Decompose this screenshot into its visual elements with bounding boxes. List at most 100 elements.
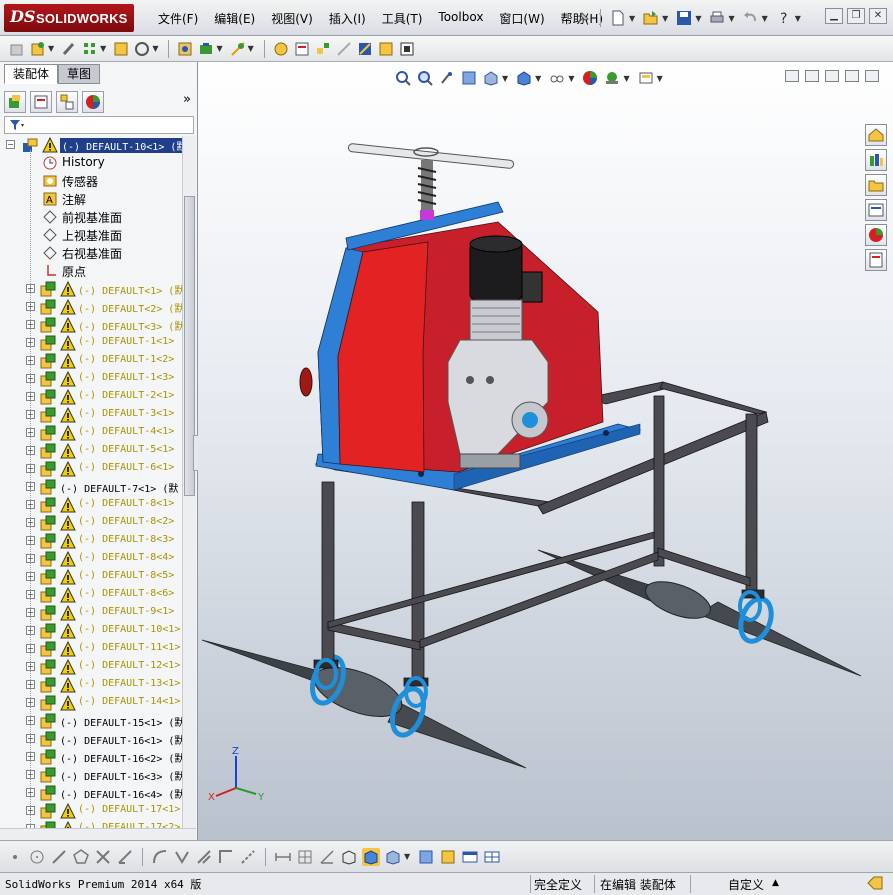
dimension-icon[interactable] xyxy=(274,848,292,866)
help-icon[interactable]: ? xyxy=(775,9,793,27)
property-manager-icon[interactable] xyxy=(30,91,52,113)
save-icon[interactable] xyxy=(675,9,693,27)
insert-component-icon[interactable] xyxy=(8,40,26,58)
tree-component-25[interactable]: + (-) DEFAULT-16<1> (默 xyxy=(0,730,182,748)
custom-properties-icon[interactable] xyxy=(865,249,887,271)
menu-item-0[interactable]: 文件(F) xyxy=(150,10,206,28)
filter-icon[interactable] xyxy=(9,119,24,131)
red-housing[interactable] xyxy=(299,201,604,473)
file-explorer-icon[interactable] xyxy=(865,174,887,196)
smart-fasteners-icon[interactable] xyxy=(112,40,130,58)
new-document-icon[interactable] xyxy=(609,9,627,27)
grid-icon[interactable] xyxy=(296,848,314,866)
reference-geometry-icon[interactable] xyxy=(229,40,247,58)
double-chevron-right-icon[interactable]: » xyxy=(183,92,191,107)
undo-icon[interactable] xyxy=(742,9,760,27)
tree-component-21[interactable]: + (-) DEFAULT-12<1> xyxy=(0,658,182,676)
tab-assembly[interactable]: 装配体 xyxy=(4,64,59,84)
tree-component-13[interactable]: + (-) DEFAULT-8<2> xyxy=(0,514,182,532)
tree-horizontal-scrollbar[interactable] xyxy=(0,828,196,840)
chevron-down-icon[interactable]: ▼ xyxy=(795,14,801,23)
chevron-down-icon[interactable]: ▼ xyxy=(662,14,668,23)
tree-component-12[interactable]: + (-) DEFAULT-8<1> xyxy=(0,496,182,514)
chamfer-icon[interactable] xyxy=(217,848,235,866)
new-part-icon[interactable] xyxy=(29,40,47,58)
chevron-down-icon[interactable]: ▼ xyxy=(48,44,54,53)
solidworks-logo[interactable]: DS SOLIDWORKS xyxy=(4,4,134,32)
tree-component-24[interactable]: + (-) DEFAULT-15<1> (默 xyxy=(0,712,182,730)
appearances-icon[interactable] xyxy=(865,224,887,246)
chevron-down-icon[interactable]: ▼ xyxy=(629,14,635,23)
chevron-up-icon[interactable]: ▲ xyxy=(772,878,779,888)
angle-icon[interactable] xyxy=(318,848,336,866)
tree-component-22[interactable]: + (-) DEFAULT-13<1> xyxy=(0,676,182,694)
hole-alignment-icon[interactable] xyxy=(398,40,416,58)
line-icon[interactable] xyxy=(50,848,68,866)
linear-pattern-icon[interactable] xyxy=(81,40,99,58)
four-view-icon[interactable] xyxy=(483,848,501,866)
chevron-down-icon[interactable]: ▼ xyxy=(248,44,254,53)
display-manager-icon[interactable] xyxy=(82,91,104,113)
tree-component-7[interactable]: + (-) DEFAULT-3<1> xyxy=(0,406,182,424)
feature-manager-icon[interactable] xyxy=(4,91,26,113)
tree-component-23[interactable]: + (-) DEFAULT-14<1> xyxy=(0,694,182,712)
assembly-features-icon[interactable] xyxy=(197,40,215,58)
circle-center-icon[interactable] xyxy=(28,848,46,866)
polygon-icon[interactable] xyxy=(72,848,90,866)
tree-component-19[interactable]: + (-) DEFAULT-10<1> xyxy=(0,622,182,640)
menu-item-5[interactable]: Toolbox xyxy=(430,10,491,28)
shaded-sketch-icon[interactable] xyxy=(362,847,380,866)
design-library-icon[interactable] xyxy=(865,149,887,171)
tree-component-27[interactable]: + (-) DEFAULT-16<3> (默 xyxy=(0,766,182,784)
section-plane-icon[interactable] xyxy=(417,848,435,866)
menu-item-1[interactable]: 编辑(E) xyxy=(206,10,263,28)
tree-component-11[interactable]: + (-) DEFAULT-7<1> (默 xyxy=(0,478,182,496)
graphics-area[interactable]: ▼ ▼ ▼ ▼ ▼ Z X Y xyxy=(198,62,893,840)
print-icon[interactable] xyxy=(708,9,726,27)
mirror-icon[interactable] xyxy=(173,848,191,866)
tree-component-4[interactable]: + (-) DEFAULT-1<2> xyxy=(0,352,182,370)
construction-line-icon[interactable] xyxy=(239,848,257,866)
open-folder-icon[interactable] xyxy=(642,9,660,27)
tree-feature-2[interactable]: A 注解 xyxy=(0,190,182,208)
restore-icon[interactable]: ❐ xyxy=(847,8,865,24)
tree-component-6[interactable]: + (-) DEFAULT-2<1> xyxy=(0,388,182,406)
display-mode-icon[interactable] xyxy=(384,848,402,866)
chevron-down-icon[interactable]: ▼ xyxy=(216,44,222,53)
tree-component-3[interactable]: + (-) DEFAULT-1<1> xyxy=(0,334,182,352)
tree-component-17[interactable]: + (-) DEFAULT-8<6> xyxy=(0,586,182,604)
new-motion-study-icon[interactable] xyxy=(272,40,290,58)
tree-component-0[interactable]: + (-) DEFAULT<1> (默 xyxy=(0,280,182,298)
tree-feature-0[interactable]: History xyxy=(0,154,182,172)
close-icon[interactable]: ✕ xyxy=(869,8,887,24)
pin-icon[interactable] xyxy=(574,9,592,27)
tree-filter[interactable] xyxy=(4,116,194,134)
collapse-icon[interactable]: − xyxy=(6,140,15,149)
chevron-down-icon[interactable]: ▼ xyxy=(152,44,158,53)
tree-component-1[interactable]: + (-) DEFAULT<2> (默 xyxy=(0,298,182,316)
tree-component-30[interactable]: +(-) DEFAULT-17<2> xyxy=(0,820,182,828)
tree-component-20[interactable]: + (-) DEFAULT-11<1> xyxy=(0,640,182,658)
show-hidden-icon[interactable] xyxy=(176,40,194,58)
offset-icon[interactable] xyxy=(151,848,169,866)
explode-line-sketch-icon[interactable] xyxy=(335,40,353,58)
tree-component-8[interactable]: + (-) DEFAULT-4<1> xyxy=(0,424,182,442)
point-icon[interactable] xyxy=(6,848,24,866)
menu-item-2[interactable]: 视图(V) xyxy=(263,10,321,28)
tree-feature-4[interactable]: 上视基准面 xyxy=(0,226,182,244)
help-tag-icon[interactable] xyxy=(866,875,884,894)
tree-feature-6[interactable]: 原点 xyxy=(0,262,182,280)
tree-root-assembly[interactable]: − (-) DEFAULT-10<1> (默认 xyxy=(0,136,182,154)
fillet-icon[interactable] xyxy=(195,848,213,866)
tree-component-26[interactable]: + (-) DEFAULT-16<2> (默 xyxy=(0,748,182,766)
tree-component-9[interactable]: + (-) DEFAULT-5<1> xyxy=(0,442,182,460)
exploded-view-icon[interactable] xyxy=(314,40,332,58)
chevron-down-icon[interactable]: ▼ xyxy=(728,14,734,23)
tree-component-15[interactable]: + (-) DEFAULT-8<4> xyxy=(0,550,182,568)
menu-item-4[interactable]: 工具(T) xyxy=(374,10,431,28)
tree-component-2[interactable]: + (-) DEFAULT<3> (默 xyxy=(0,316,182,334)
interference-detection-icon[interactable] xyxy=(356,40,374,58)
tree-feature-1[interactable]: 传感器 xyxy=(0,172,182,190)
configuration-manager-icon[interactable] xyxy=(56,91,78,113)
mate-icon[interactable] xyxy=(60,40,78,58)
